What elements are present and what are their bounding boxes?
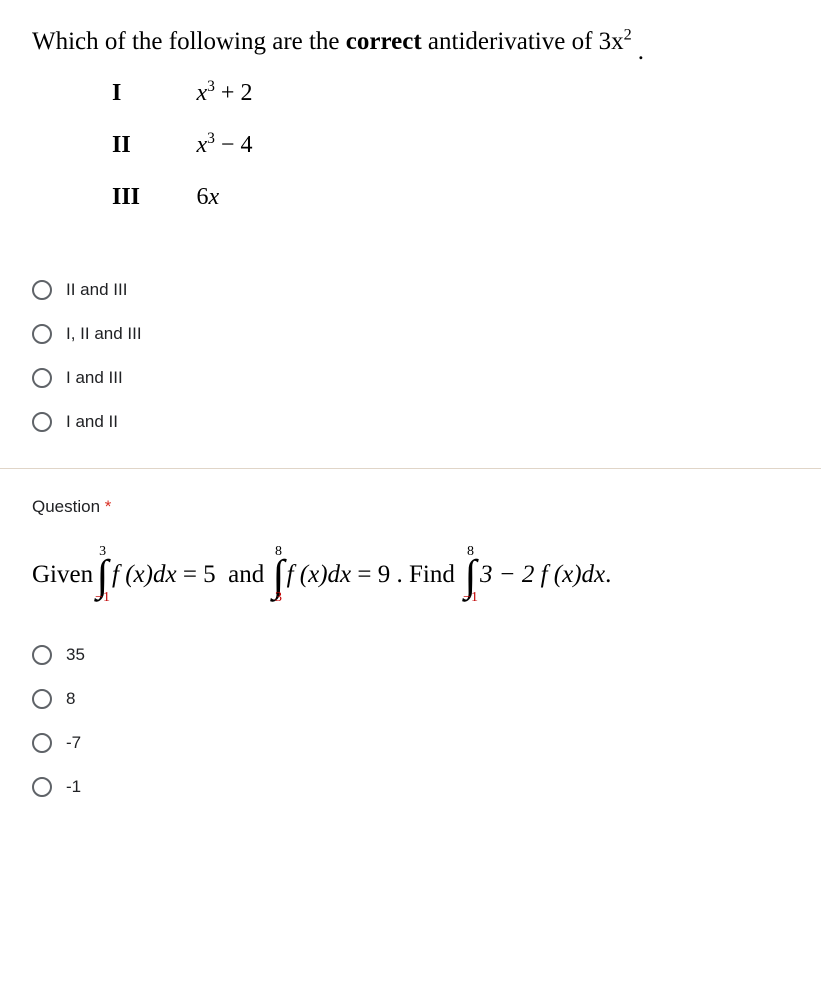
radio-icon <box>32 689 52 709</box>
int3-lower: −1 <box>463 591 478 605</box>
q2-dot: . <box>605 561 611 589</box>
q1-stem-bold: correct <box>346 28 422 55</box>
q1-stem-suffix: antiderivative of <box>422 28 599 55</box>
q2-option-2[interactable]: 8 <box>32 677 789 721</box>
q1-i1-base: x <box>196 80 207 106</box>
q2-option-1[interactable]: 35 <box>32 633 789 677</box>
q1-i2-tail: − 4 <box>215 132 253 158</box>
q1-i1-exp: 3 <box>207 78 215 95</box>
q2-option-2-label: 8 <box>66 689 75 709</box>
q1-i2-exp: 3 <box>207 130 215 147</box>
q2-eq2: = 9 . Find <box>351 561 461 589</box>
integral-icon: ∫ <box>465 559 477 593</box>
integral-3: 8 ∫ −1 <box>463 545 478 605</box>
q2-header-text: Question <box>32 497 100 516</box>
radio-icon <box>32 645 52 665</box>
q2-option-4-label: -1 <box>66 777 81 797</box>
q2-header: Question * <box>32 497 789 517</box>
q1-item-1: I x3 + 2 <box>112 80 789 132</box>
q2-fx2: f (x)dx <box>287 561 352 589</box>
q1-option-2-label: I, II and III <box>66 324 142 344</box>
q2-fx1: f (x)dx <box>112 561 177 589</box>
q1-i3-tail: x <box>208 184 219 210</box>
q1-math: 3x2 <box>599 28 632 55</box>
radio-icon <box>32 324 52 344</box>
radio-icon <box>32 733 52 753</box>
q2-fx3-text: 3 − 2 f (x)dx <box>480 561 605 588</box>
integral-2: 8 ∫ 3 <box>273 545 285 605</box>
q1-i2-base: x <box>196 132 207 158</box>
q1-option-4[interactable]: I and II <box>32 400 789 444</box>
q1-i3-base: 6 <box>196 184 208 210</box>
q2-option-4[interactable]: -1 <box>32 765 789 809</box>
q1-dot: . <box>638 38 644 65</box>
integral-icon: ∫ <box>273 559 285 593</box>
radio-icon <box>32 412 52 432</box>
q2-given: Given <box>32 561 93 589</box>
q2-option-1-label: 35 <box>66 645 85 665</box>
q1-stem-prefix: Which of the following are the <box>32 28 346 55</box>
q1-i1-tail: + 2 <box>215 80 253 106</box>
radio-icon <box>32 777 52 797</box>
radio-icon <box>32 368 52 388</box>
q1-item-2: II x3 − 4 <box>112 132 789 184</box>
q1-item-3-num: III <box>112 184 192 211</box>
q2-fx3: 3 − 2 f (x)dx <box>480 561 605 589</box>
q1-item-1-expr: x3 + 2 <box>196 80 252 107</box>
q1-item-3: III 6x <box>112 184 789 236</box>
integral-icon: ∫ <box>97 559 109 593</box>
question-1: Which of the following are the correct a… <box>0 0 821 469</box>
q1-item-2-num: II <box>112 132 192 159</box>
q1-item-1-num: I <box>112 80 192 107</box>
q1-option-1[interactable]: II and III <box>32 268 789 312</box>
int1-lower: −1 <box>95 591 110 605</box>
q1-option-4-label: I and II <box>66 412 118 432</box>
q1-option-3-label: I and III <box>66 368 123 388</box>
q1-items: I x3 + 2 II x3 − 4 III 6x <box>112 80 789 236</box>
q2-eq1: = 5 and <box>177 561 271 589</box>
required-icon: * <box>105 497 112 516</box>
q1-stem: Which of the following are the correct a… <box>32 28 789 56</box>
q2-option-3-label: -7 <box>66 733 81 753</box>
question-2: Question * Given 3 ∫ −1 f (x)dx = 5 and … <box>0 469 821 833</box>
q1-math-base: 3x <box>599 28 624 55</box>
int2-lower: 3 <box>275 591 282 605</box>
q1-option-3[interactable]: I and III <box>32 356 789 400</box>
q2-option-3[interactable]: -7 <box>32 721 789 765</box>
q1-math-exp: 2 <box>624 26 632 44</box>
radio-icon <box>32 280 52 300</box>
integral-1: 3 ∫ −1 <box>95 545 110 605</box>
q1-option-2[interactable]: I, II and III <box>32 312 789 356</box>
q1-option-1-label: II and III <box>66 280 127 300</box>
q1-item-2-expr: x3 − 4 <box>196 132 252 159</box>
q1-item-3-expr: 6x <box>196 184 219 211</box>
q2-stem: Given 3 ∫ −1 f (x)dx = 5 and 8 ∫ 3 f (x)… <box>32 545 789 605</box>
